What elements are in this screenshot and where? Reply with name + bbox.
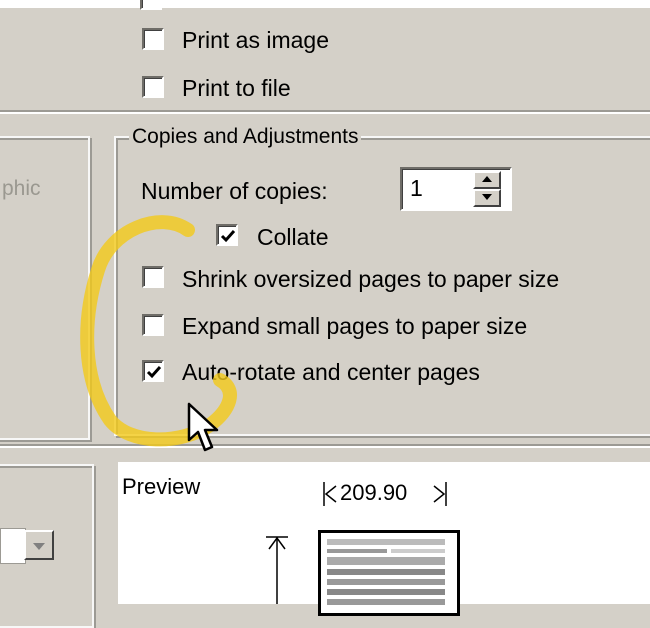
highlight-annotation [80,215,237,447]
copies-group-legend: Copies and Adjustments [129,125,362,149]
mouse-cursor-icon [187,402,219,452]
print-as-image-checkbox[interactable] [142,28,164,50]
lower-left-dropdown-button[interactable] [24,530,54,560]
vertical-dimension-arrow-icon [266,536,288,604]
print-to-file-checkbox[interactable] [142,76,164,98]
spin-down-icon [482,194,492,200]
left-group-partial-text: phic [2,177,41,200]
number-of-copies-value: 1 [410,175,423,201]
collate-label: Collate [257,224,329,250]
top-strip [0,0,650,8]
lower-left-dropdown-field[interactable] [0,528,26,564]
dropdown-arrow-icon [33,543,45,550]
page-thumbnail [318,530,460,616]
spin-up-button[interactable] [473,171,501,189]
print-as-image-label: Print as image [182,27,330,53]
page-content-preview [327,539,445,605]
print-to-file-label: Print to file [182,75,291,101]
spin-down-button[interactable] [473,189,501,207]
preview-width-dimension: 209.90 [340,480,408,506]
preview-label: Preview [122,474,201,499]
number-of-copies-label: Number of copies: [141,178,328,204]
spin-up-icon [482,176,492,182]
partial-checkbox[interactable] [140,0,162,10]
section-divider-top [0,110,650,114]
